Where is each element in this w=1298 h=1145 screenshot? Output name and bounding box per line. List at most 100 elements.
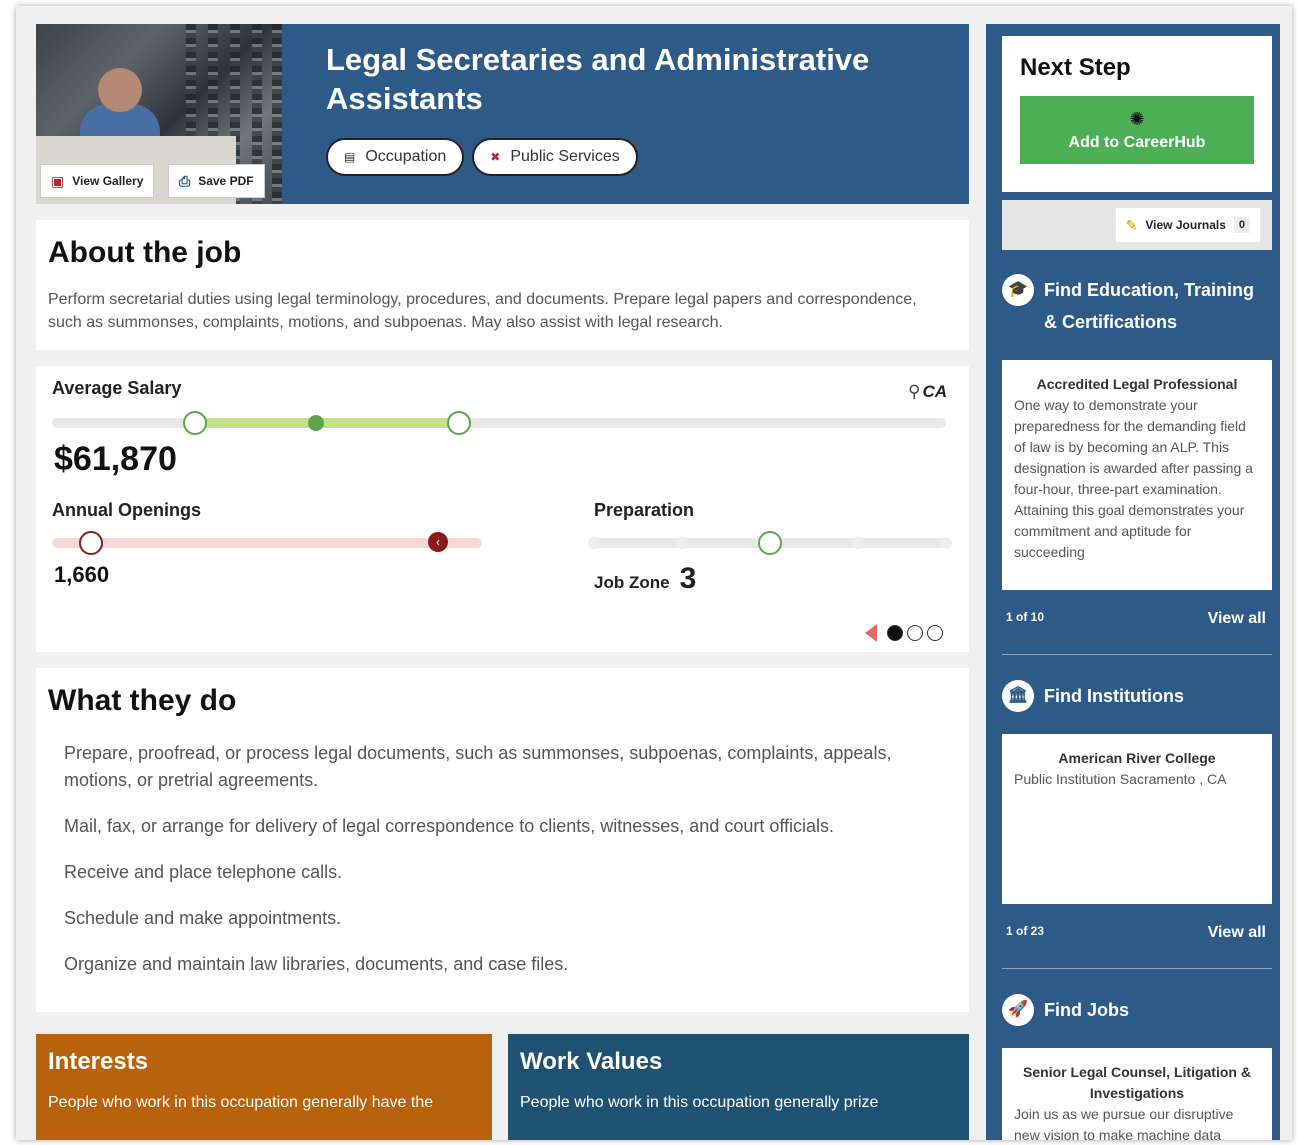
education-heading-line2: & Certifications bbox=[1044, 312, 1178, 332]
education-view-all-link[interactable]: View all bbox=[1208, 610, 1266, 628]
job-zone-step bbox=[676, 537, 688, 549]
salary-label: Average Salary bbox=[52, 378, 182, 398]
interests-tile[interactable]: Interests People who work in this occupa… bbox=[36, 1034, 492, 1140]
view-journals-button[interactable]: ✎ View Journals 0 bbox=[1115, 208, 1260, 242]
interests-text: People who work in this occupation gener… bbox=[48, 1094, 434, 1111]
save-pdf-label: Save PDF bbox=[198, 174, 254, 188]
next-step-card: Next Step ✺ Add to CareerHub bbox=[1002, 36, 1272, 192]
view-gallery-label: View Gallery bbox=[72, 174, 144, 188]
carousel-dot-3[interactable] bbox=[927, 625, 943, 641]
institutions-view-all-link[interactable]: View all bbox=[1208, 924, 1266, 942]
education-card-text: One way to demonstrate your preparedness… bbox=[1014, 397, 1253, 560]
jobs-heading-text: Find Jobs bbox=[1044, 1000, 1129, 1020]
location-label: CA bbox=[922, 382, 947, 401]
main-column: ▣ View Gallery ⎙ Save PDF Legal Secretar… bbox=[36, 24, 969, 1012]
job-zone-step bbox=[588, 537, 600, 549]
bottom-tiles: Interests People who work in this occupa… bbox=[36, 1034, 969, 1140]
stats-carousel-nav bbox=[865, 624, 943, 642]
what-they-do-section: What they do Prepare, proofread, or proc… bbox=[36, 668, 969, 1012]
save-pdf-button[interactable]: ⎙ Save PDF bbox=[168, 164, 265, 198]
salary-range-bar bbox=[195, 418, 459, 428]
institution-card-text: Public Institution Sacramento , CA bbox=[1014, 771, 1227, 787]
task-item: Prepare, proofread, or process legal doc… bbox=[64, 743, 892, 790]
openings-knob[interactable] bbox=[78, 531, 103, 555]
briefcase-icon: ▤ bbox=[344, 150, 356, 164]
graduation-cap-icon: 🎓 bbox=[1002, 274, 1034, 306]
journals-label: View Journals bbox=[1145, 218, 1226, 232]
job-card-text: Join us as we pursue our disruptive new … bbox=[1014, 1106, 1234, 1140]
institution-card[interactable]: American River College Public Institutio… bbox=[1002, 734, 1272, 904]
openings-value: 1,660 bbox=[54, 562, 110, 587]
education-heading[interactable]: 🎓 Find Education, Training & Certificati… bbox=[1002, 274, 1254, 338]
task-list: Prepare, proofread, or process legal doc… bbox=[48, 740, 957, 978]
careerhub-icon: ✺ bbox=[1129, 108, 1145, 129]
job-zone-step bbox=[940, 537, 952, 549]
education-card[interactable]: Accredited Legal Professional One way to… bbox=[1002, 360, 1272, 590]
salary-high-knob[interactable] bbox=[446, 411, 471, 435]
what-heading: What they do bbox=[48, 684, 237, 717]
job-card[interactable]: Senior Legal Counsel, Litigation & Inves… bbox=[1002, 1048, 1272, 1140]
job-zone: Job Zone 3 bbox=[594, 562, 696, 596]
openings-track bbox=[52, 538, 482, 548]
institution-building-icon: 🏛 bbox=[1002, 680, 1034, 712]
journal-bar: ✎ View Journals 0 bbox=[1002, 200, 1272, 250]
work-values-tile[interactable]: Work Values People who work in this occu… bbox=[508, 1034, 969, 1140]
carousel-dot-1[interactable] bbox=[887, 625, 903, 641]
institutions-heading-text: Find Institutions bbox=[1044, 686, 1184, 706]
gallery-play-icon: ▣ bbox=[51, 172, 65, 189]
openings-label: Annual Openings bbox=[52, 500, 202, 520]
education-heading-line1: Find Education, Training bbox=[1044, 280, 1254, 300]
salary-low-knob[interactable] bbox=[183, 411, 208, 435]
interests-title: Interests bbox=[48, 1048, 149, 1075]
occupation-photo[interactable]: ▣ View Gallery ⎙ Save PDF bbox=[36, 24, 282, 204]
add-to-careerhub-button[interactable]: ✺ Add to CareerHub bbox=[1020, 96, 1254, 164]
task-item: Receive and place telephone calls. bbox=[64, 862, 343, 882]
jobs-heading[interactable]: 🚀 Find Jobs bbox=[1002, 994, 1129, 1026]
education-pager: 1 of 10 bbox=[1006, 610, 1045, 624]
occupation-tags: ▤ Occupation ✖ Public Services bbox=[326, 138, 638, 176]
task-item: Schedule and make appointments. bbox=[64, 908, 342, 928]
journals-count: 0 bbox=[1233, 217, 1250, 233]
location-selector[interactable]: ⚲ CA bbox=[908, 382, 947, 402]
job-card-title: Senior Legal Counsel, Litigation & Inves… bbox=[1023, 1064, 1251, 1101]
carousel-dot-2[interactable] bbox=[907, 625, 923, 641]
next-step-heading: Next Step bbox=[1020, 54, 1131, 81]
sidebar: Next Step ✺ Add to CareerHub ✎ View Jour… bbox=[986, 24, 1280, 1140]
tag-public-services[interactable]: ✖ Public Services bbox=[472, 138, 638, 176]
institutions-heading[interactable]: 🏛 Find Institutions bbox=[1002, 680, 1184, 712]
education-card-title: Accredited Legal Professional bbox=[1036, 376, 1238, 392]
institutions-pager: 1 of 23 bbox=[1006, 924, 1045, 938]
carousel-prev-icon[interactable] bbox=[865, 624, 877, 642]
task-item: Organize and maintain law libraries, doc… bbox=[64, 954, 569, 974]
about-description: Perform secretarial duties using legal t… bbox=[48, 291, 917, 331]
task-item: Mail, fax, or arrange for delivery of le… bbox=[64, 816, 835, 836]
view-gallery-button[interactable]: ▣ View Gallery bbox=[40, 164, 155, 198]
rocket-icon: 🚀 bbox=[1002, 994, 1034, 1026]
job-zone-knob[interactable] bbox=[758, 531, 782, 555]
map-pin-icon: ⚲ bbox=[907, 382, 921, 401]
divider bbox=[1002, 654, 1272, 655]
tag-label: Public Services bbox=[510, 148, 620, 165]
job-zone-value: 3 bbox=[679, 562, 697, 595]
preparation-label: Preparation bbox=[594, 500, 695, 520]
page-frame: ▣ View Gallery ⎙ Save PDF Legal Secretar… bbox=[16, 6, 1292, 1140]
journal-pencil-icon: ✎ bbox=[1125, 216, 1138, 233]
work-values-text: People who work in this occupation gener… bbox=[520, 1094, 879, 1111]
institution-card-title: American River College bbox=[1058, 750, 1216, 766]
salary-median-marker bbox=[307, 415, 324, 431]
occupation-title: Legal Secretaries and Administrative Ass… bbox=[326, 42, 870, 116]
public-services-icon: ✖ bbox=[490, 150, 501, 164]
divider bbox=[1002, 968, 1272, 969]
tag-label: Occupation bbox=[365, 148, 447, 165]
printer-icon: ⎙ bbox=[179, 172, 191, 189]
job-zone-step bbox=[852, 537, 864, 549]
work-values-title: Work Values bbox=[520, 1048, 663, 1075]
stats-panel: Average Salary ⚲ CA $61,870 Annual Openin… bbox=[36, 366, 969, 652]
tag-occupation[interactable]: ▤ Occupation bbox=[326, 138, 465, 176]
chevron-left-icon: ‹ bbox=[428, 532, 448, 552]
about-section: About the job Perform secretarial duties… bbox=[36, 220, 969, 350]
careerhub-label: Add to CareerHub bbox=[1068, 133, 1206, 151]
about-heading: About the job bbox=[48, 236, 242, 269]
job-zone-label: Job Zone bbox=[594, 573, 670, 592]
salary-value: $61,870 bbox=[54, 440, 177, 478]
